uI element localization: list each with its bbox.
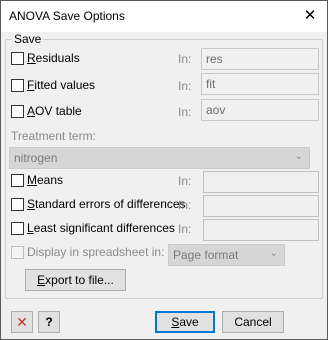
title-bar: ANOVA Save Options ✕ xyxy=(1,1,327,32)
spreadsheet-checkbox[interactable] xyxy=(11,246,24,259)
fitted-values-field[interactable]: fit xyxy=(201,73,319,95)
sed-checkbox[interactable] xyxy=(11,198,24,211)
sed-label[interactable]: Standard errors of differences xyxy=(27,197,186,211)
sed-field[interactable] xyxy=(203,195,319,217)
close-icon[interactable]: ✕ xyxy=(299,5,321,27)
aov-table-label[interactable]: AOV table xyxy=(27,104,82,118)
chevron-down-icon: ⌄ xyxy=(269,248,278,259)
aov-table-checkbox[interactable] xyxy=(11,105,24,118)
means-in-label: In: xyxy=(178,174,192,188)
treatment-term-value: nitrogen xyxy=(14,151,58,165)
means-checkbox[interactable] xyxy=(11,174,24,187)
treatment-term-label: Treatment term: xyxy=(11,129,96,143)
treatment-term-combo[interactable]: nitrogen ⌄ xyxy=(9,147,310,169)
lsd-label[interactable]: Least significant differences xyxy=(27,221,175,235)
save-button[interactable]: Save xyxy=(155,311,215,333)
chevron-down-icon: ⌄ xyxy=(294,151,303,162)
sed-in-label: In: xyxy=(178,198,192,212)
help-icon[interactable]: ? xyxy=(38,311,60,333)
residuals-field[interactable]: res xyxy=(201,48,319,70)
spreadsheet-label: Display in spreadsheet in: xyxy=(27,245,165,259)
lsd-checkbox[interactable] xyxy=(11,222,24,235)
fitted-in-label: In: xyxy=(178,79,192,93)
spreadsheet-format-combo[interactable]: Page format ⌄ xyxy=(168,244,285,266)
fitted-values-checkbox[interactable] xyxy=(11,79,24,92)
cancel-button[interactable]: Cancel xyxy=(222,311,284,333)
residuals-in-label: In: xyxy=(178,52,192,66)
means-label[interactable]: Means xyxy=(27,173,63,187)
lsd-field[interactable] xyxy=(203,219,319,241)
fitted-values-label[interactable]: Fitted values xyxy=(27,78,95,92)
means-field[interactable] xyxy=(203,171,319,193)
residuals-checkbox[interactable] xyxy=(11,52,24,65)
anova-save-options-dialog: ANOVA Save Options ✕ Save Residuals In: … xyxy=(0,0,328,340)
lsd-in-label: In: xyxy=(178,222,192,236)
spreadsheet-format-value: Page format xyxy=(173,248,239,262)
aov-in-label: In: xyxy=(178,105,192,119)
save-group-label: Save xyxy=(12,32,44,46)
export-to-file-button[interactable]: Export to file... xyxy=(25,269,126,291)
aov-table-field[interactable]: aov xyxy=(201,99,319,121)
dialog-title: ANOVA Save Options xyxy=(9,9,125,23)
cancel-icon[interactable]: ✕ xyxy=(11,311,33,333)
residuals-label[interactable]: Residuals xyxy=(27,51,80,65)
